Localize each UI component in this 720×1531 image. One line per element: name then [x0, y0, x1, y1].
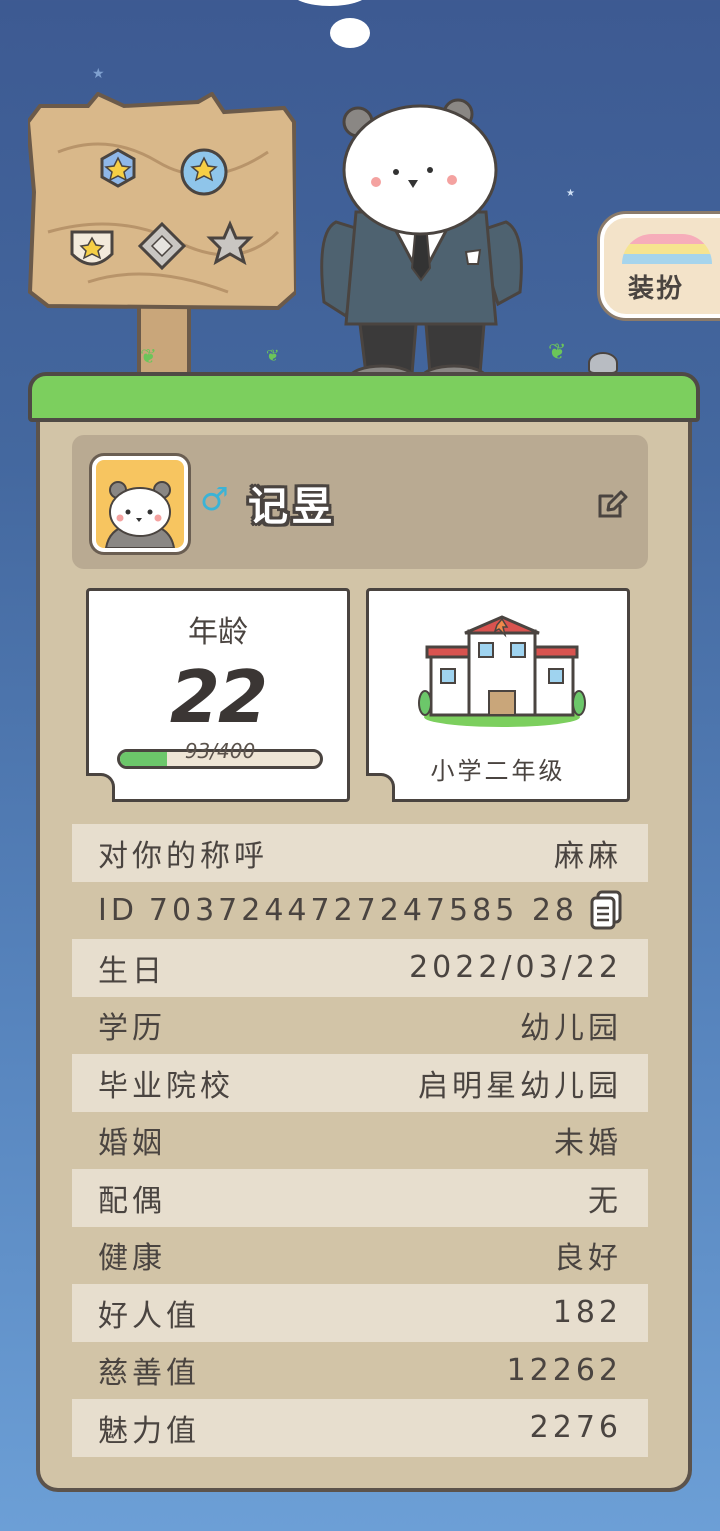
shield-badge-icon — [70, 230, 114, 266]
badge-board[interactable] — [28, 92, 296, 314]
info-key: 生日 — [98, 953, 166, 989]
sprout-icon: ❦ — [140, 344, 157, 368]
page-fold-corner — [366, 773, 395, 802]
sprout-icon: ❦ — [548, 340, 567, 365]
avatar[interactable] — [92, 456, 188, 552]
info-row-marriage: 婚姻 未婚 — [72, 1112, 648, 1170]
cloud-decoration — [330, 18, 370, 48]
info-key: 毕业院校 — [98, 1068, 234, 1104]
info-value: 良好 — [554, 1241, 622, 1277]
info-list: 对你的称呼 麻麻 ID 7037244727247585 28 生日 2022/… — [72, 824, 648, 1457]
star-icon: ★ — [566, 188, 575, 199]
info-value: 麻麻 — [554, 838, 622, 874]
info-value: 2022/03/22 — [409, 950, 622, 986]
school-grade-label: 小学二年级 — [430, 757, 566, 785]
info-row-kindness: 好人值 182 — [72, 1284, 648, 1342]
info-value: 幼儿园 — [520, 1011, 622, 1047]
star-icon: ★ — [92, 66, 105, 82]
grass-edge — [34, 400, 686, 416]
moon-decoration — [290, 0, 370, 6]
info-row-nickname: 对你的称呼 麻麻 — [72, 824, 648, 882]
page-fold-corner — [86, 773, 115, 802]
sprout-icon: ❦ — [266, 346, 280, 365]
info-value: 2276 — [529, 1410, 622, 1446]
info-row-charity: 慈善值 12262 — [72, 1342, 648, 1400]
info-key: 对你的称呼 — [98, 838, 268, 874]
age-label: 年龄 — [188, 615, 248, 650]
info-row-graduated-school: 毕业院校 启明星幼儿园 — [72, 1054, 648, 1112]
info-row-id: ID 7037244727247585 28 — [72, 882, 648, 940]
info-key: 学历 — [98, 1011, 166, 1047]
school-card[interactable]: 小学二年级 — [366, 588, 630, 802]
age-progress-text: 93/400 — [184, 739, 256, 763]
hexagon-badge-icon — [100, 148, 136, 188]
male-gender-icon: ♂ — [200, 480, 229, 518]
info-key: ID — [98, 892, 138, 928]
profile-name: 记昱 — [248, 484, 336, 530]
rock-icon — [588, 352, 618, 374]
info-row-charm: 魅力值 2276 — [72, 1399, 648, 1457]
flower-badge-icon — [180, 148, 228, 196]
info-key: 慈善值 — [98, 1356, 200, 1392]
dress-up-label: 装扮 — [628, 274, 685, 304]
info-value: 12262 — [506, 1352, 622, 1388]
info-key: 婚姻 — [98, 1126, 166, 1162]
edit-icon[interactable] — [596, 488, 628, 520]
info-key: 健康 — [98, 1241, 166, 1277]
age-value: 22 — [169, 655, 268, 739]
age-card[interactable]: 年龄 22 93/400 — [86, 588, 350, 802]
info-key: 配偶 — [98, 1183, 166, 1219]
info-key: 魅力值 — [98, 1413, 200, 1449]
info-row-health: 健康 良好 — [72, 1227, 648, 1285]
dress-up-button[interactable]: 装扮 — [600, 214, 720, 318]
info-value: 无 — [588, 1183, 622, 1219]
panda-avatar-icon — [104, 481, 176, 548]
info-key: 好人值 — [98, 1298, 200, 1334]
info-row-education: 学历 幼儿园 — [72, 997, 648, 1055]
school-building-icon — [418, 615, 586, 727]
info-row-spouse: 配偶 无 — [72, 1169, 648, 1227]
copy-icon[interactable] — [590, 890, 622, 930]
rainbow-icon — [622, 234, 712, 264]
info-value: 182 — [552, 1295, 622, 1331]
info-row-birthday: 生日 2022/03/22 — [72, 939, 648, 997]
info-value: 启明星幼儿园 — [418, 1068, 622, 1104]
panda-character[interactable] — [316, 92, 526, 392]
info-value: 7037244727247585 28 — [148, 892, 578, 928]
info-value: 未婚 — [554, 1126, 622, 1162]
